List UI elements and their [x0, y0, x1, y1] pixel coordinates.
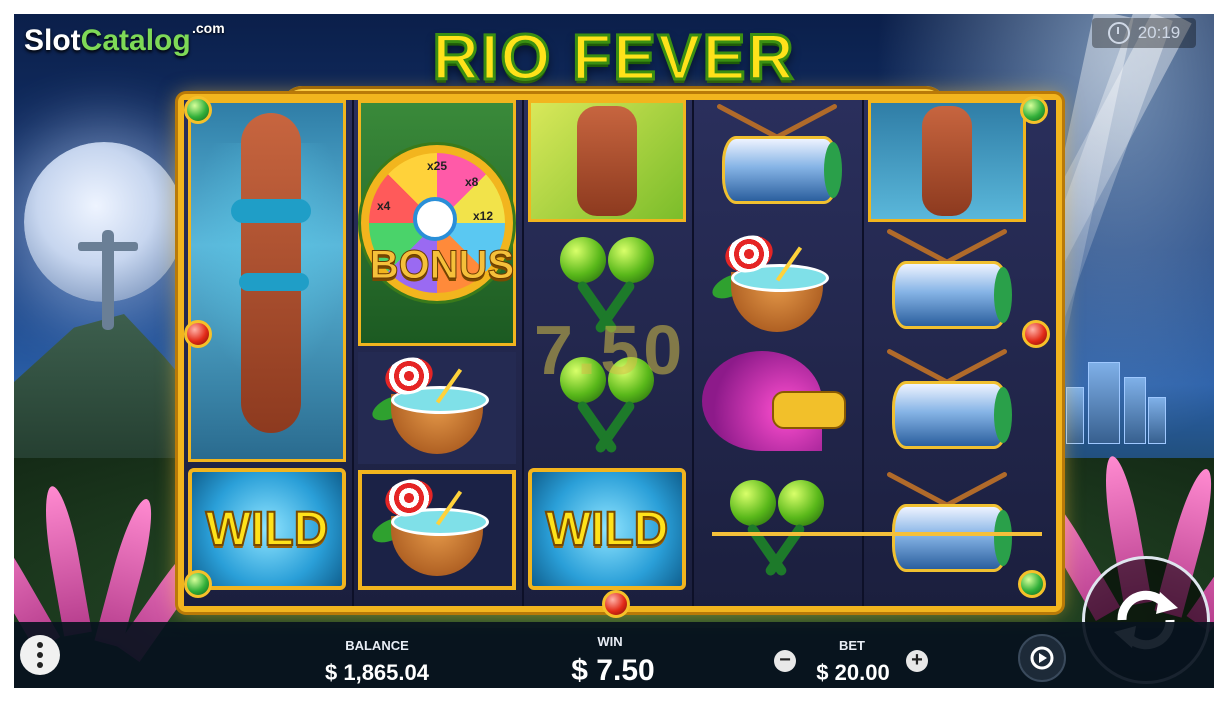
win-value: $ 7.50 — [571, 654, 655, 687]
bet-decrease-button[interactable]: − — [774, 650, 796, 672]
gem-ornament — [184, 570, 212, 598]
reel-4 — [694, 100, 860, 606]
wild-symbol: WILD — [188, 468, 346, 590]
headdress-symbol — [698, 350, 856, 462]
gem-ornament — [602, 590, 630, 618]
reel-1: WILD — [184, 100, 350, 606]
gem-ornament — [184, 96, 212, 124]
gem-ornament — [1020, 96, 1048, 124]
drum-symbol — [698, 100, 856, 222]
balance-label: BALANCE — [345, 638, 409, 653]
autoplay-button[interactable] — [1018, 634, 1066, 682]
gem-ornament — [1018, 570, 1046, 598]
bet-label: BET — [839, 638, 865, 653]
payline — [712, 532, 1042, 536]
drum-symbol — [868, 348, 1026, 462]
drum-symbol — [868, 468, 1026, 590]
bottom-bar: BALANCE $ 1,865.04 WIN $ 7.50 − BET $ 20… — [14, 622, 1214, 688]
reel-5 — [864, 100, 1030, 606]
coconut-symbol — [358, 470, 516, 590]
win-label: WIN — [597, 634, 623, 649]
pink-plant-left — [14, 444, 226, 663]
gem-ornament — [184, 320, 212, 348]
bonus-label: BONUS — [369, 243, 515, 288]
clock-time: 20:19 — [1137, 23, 1181, 42]
more-vertical-icon[interactable] — [20, 635, 60, 675]
bet-increase-button[interactable]: + — [906, 650, 928, 672]
dancer-symbol — [868, 100, 1026, 222]
bonus-wheel-symbol: x25 x8 x4 x12 BONUS — [358, 100, 516, 346]
gem-ornament — [1022, 320, 1050, 348]
drum-symbol — [868, 228, 1026, 344]
bet-value: $ 20.00 — [816, 660, 890, 685]
maracas-symbol — [698, 468, 856, 590]
reel-2: x25 x8 x4 x12 BONUS — [354, 100, 520, 606]
coconut-symbol — [358, 352, 516, 464]
balance-value: $ 1,865.04 — [325, 660, 429, 685]
wild-symbol: WILD — [528, 468, 686, 590]
win-overlay: 7.50 — [534, 311, 687, 389]
autoplay-icon — [1030, 646, 1054, 670]
coconut-symbol — [698, 228, 856, 344]
clock-icon — [1107, 22, 1130, 44]
dancer-legs-symbol — [528, 100, 686, 222]
game-screen: SlotCatalog .com RIO FEVER 20:19 WILD x2… — [14, 14, 1214, 688]
dancer-symbol — [188, 100, 349, 462]
christ-statue — [78, 224, 138, 334]
slotcatalog-logo: SlotCatalog .com — [24, 20, 225, 57]
clock: 20:19 — [1092, 18, 1196, 48]
